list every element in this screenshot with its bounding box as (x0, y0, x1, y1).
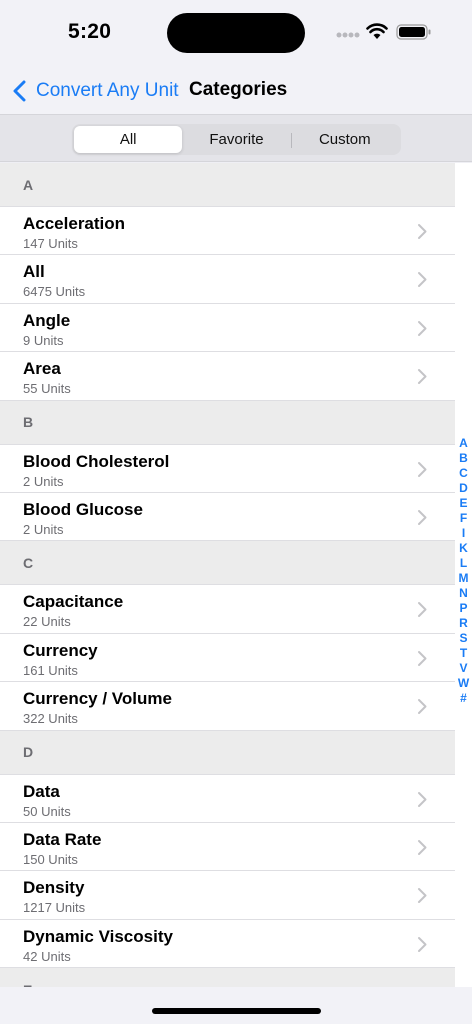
chevron-right-icon (418, 509, 427, 525)
index-letter[interactable]: D (459, 481, 468, 496)
chevron-right-icon (418, 602, 427, 618)
chevron-right-icon (418, 839, 427, 855)
row-title: Acceleration (23, 214, 126, 233)
list-item[interactable]: Density 1217 Units (0, 871, 455, 920)
battery-icon (396, 24, 431, 40)
index-letter[interactable]: W (458, 676, 469, 691)
chevron-right-icon (418, 272, 427, 288)
index-letter[interactable]: S (459, 631, 467, 646)
home-indicator[interactable] (152, 1008, 321, 1014)
row-unit-count: 2 Units (23, 521, 64, 537)
row-title: Area (23, 359, 61, 379)
wifi-icon (366, 23, 388, 39)
section-header-d: D (0, 730, 455, 775)
chevron-left-icon (13, 80, 26, 102)
index-letter[interactable]: C (459, 466, 468, 481)
chevron-right-icon (418, 936, 427, 952)
index-letter[interactable]: # (460, 691, 467, 706)
index-letter[interactable]: F (460, 511, 467, 526)
chevron-right-icon (418, 320, 427, 336)
chevron-right-icon (418, 650, 427, 666)
chevron-right-icon (418, 888, 427, 904)
row-unit-count: 150 Units (23, 851, 78, 867)
index-letter[interactable]: L (460, 556, 467, 571)
row-title: All (23, 262, 45, 282)
dynamic-island (167, 13, 305, 53)
row-unit-count: 161 Units (23, 662, 78, 678)
chevron-right-icon (418, 461, 427, 477)
category-filter-segmented-control: All Favorite Custom (72, 124, 401, 155)
chevron-right-icon (418, 224, 427, 239)
list-item[interactable]: Currency 161 Units (0, 633, 455, 683)
index-letter[interactable]: T (460, 646, 467, 661)
list-item[interactable]: Blood Cholesterol 2 Units (0, 444, 455, 493)
list-item[interactable]: Dynamic Viscosity 42 Units (0, 919, 455, 969)
row-title: Density (23, 878, 85, 898)
index-letter[interactable]: M (459, 571, 469, 586)
list-item[interactable]: Capacitance 22 Units (0, 585, 455, 634)
row-title: Data (23, 781, 60, 801)
row-title: Data Rate (23, 829, 102, 849)
categories-list[interactable]: A Acceleration 147 Units All 6475 Units … (0, 163, 455, 987)
row-unit-count: 322 Units (23, 711, 78, 727)
row-unit-count: 6475 Units (23, 284, 86, 300)
list-item[interactable]: Acceleration 147 Units (0, 207, 455, 256)
section-header-b: B (0, 400, 455, 445)
index-letter[interactable]: B (459, 451, 468, 466)
row-title: Currency (23, 640, 98, 660)
index-letter[interactable]: A (459, 436, 468, 451)
chevron-right-icon (418, 699, 427, 715)
back-button-label: Convert Any Unit (36, 80, 179, 101)
list-item[interactable]: Data Rate 150 Units (0, 822, 455, 872)
back-button[interactable]: Convert Any Unit (12, 78, 179, 104)
index-letter[interactable]: P (459, 601, 467, 616)
list-item[interactable]: Currency / Volume 322 Units (0, 682, 455, 731)
row-unit-count: 147 Units (23, 236, 78, 251)
list-item[interactable]: Data 50 Units (0, 774, 455, 823)
chevron-right-icon (418, 791, 427, 807)
index-letter[interactable]: V (459, 661, 467, 676)
row-unit-count: 1217 Units (23, 900, 86, 916)
page-title: Categories (189, 79, 288, 100)
filter-bar: All Favorite Custom (0, 114, 472, 162)
cellular-signal-icon (336, 32, 360, 38)
status-bar: 5:20 (0, 0, 472, 66)
row-title: Blood Glucose (23, 499, 143, 519)
segment-custom[interactable]: Custom (290, 126, 399, 153)
index-letter[interactable]: N (459, 586, 468, 601)
index-letter[interactable]: R (459, 616, 468, 631)
row-title: Blood Cholesterol (23, 451, 170, 471)
row-unit-count: 50 Units (23, 803, 71, 819)
row-unit-count: 42 Units (23, 948, 71, 964)
row-unit-count: 22 Units (23, 614, 71, 630)
chevron-right-icon (418, 369, 427, 385)
row-unit-count: 2 Units (23, 473, 64, 489)
section-index[interactable]: A B C D E F I K L M N P R S T V W # (455, 436, 472, 706)
section-header-e: E (0, 968, 455, 987)
index-letter[interactable]: I (462, 526, 465, 541)
home-indicator-area (0, 987, 472, 1024)
status-time: 5:20 (68, 20, 112, 43)
row-title: Currency / Volume (23, 689, 172, 709)
list-item[interactable]: Blood Glucose 2 Units (0, 492, 455, 542)
segment-favorite[interactable]: Favorite (182, 126, 290, 153)
row-unit-count: 55 Units (23, 381, 71, 397)
list-item[interactable]: Angle 9 Units (0, 303, 455, 353)
list-item[interactable]: All 6475 Units (0, 255, 455, 304)
list-item[interactable]: Area 55 Units (0, 352, 455, 401)
row-title: Capacitance (23, 592, 124, 612)
section-header-c: C (0, 541, 455, 586)
navigation-bar: Convert Any Unit Categories (0, 66, 472, 114)
index-letter[interactable]: E (459, 496, 467, 511)
segment-all[interactable]: All (74, 126, 183, 153)
section-header-a: A (0, 163, 455, 207)
row-unit-count: 9 Units (23, 332, 64, 348)
row-title: Dynamic Viscosity (23, 926, 173, 946)
row-title: Angle (23, 310, 71, 330)
index-letter[interactable]: K (459, 541, 468, 556)
